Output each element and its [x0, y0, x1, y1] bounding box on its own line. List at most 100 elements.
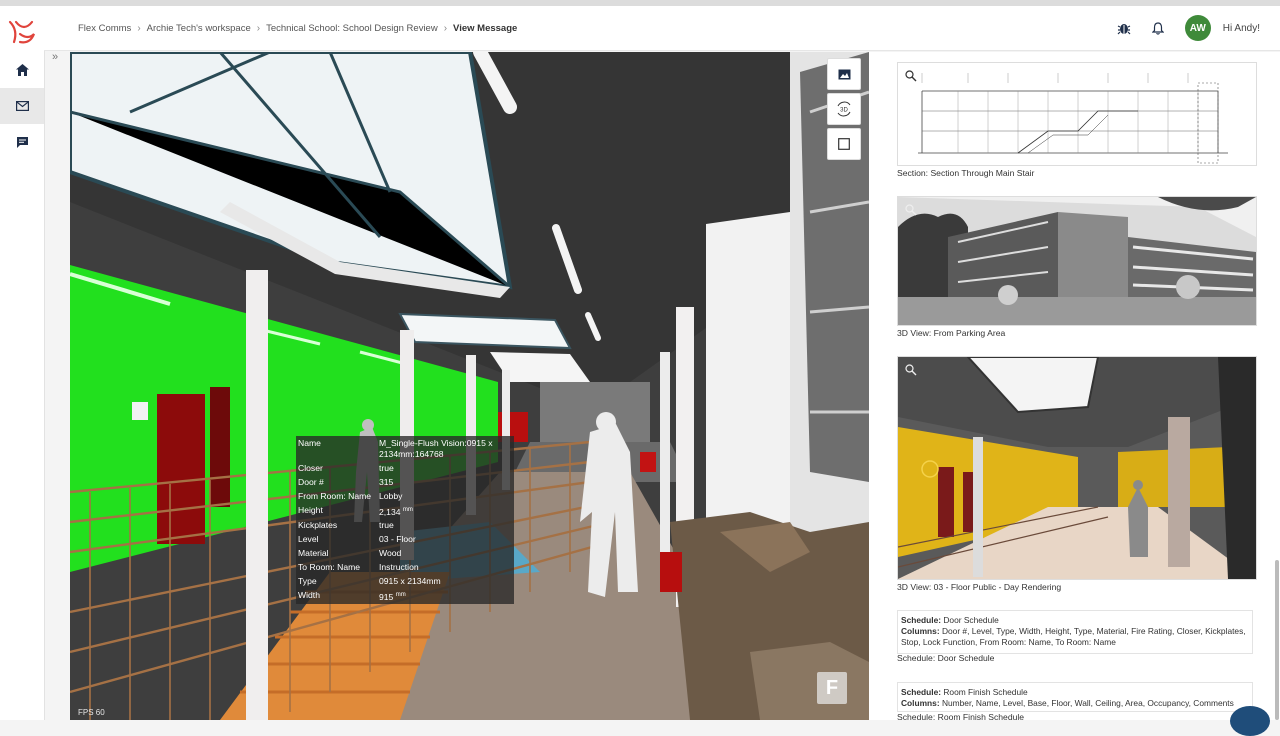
property-unit: mm: [395, 592, 406, 598]
rotate-3d-icon: 3D: [837, 101, 851, 117]
chevron-right-icon: ›: [256, 22, 261, 34]
schedule-name: Room Finish Schedule: [943, 687, 1028, 697]
property-key: Material: [298, 548, 329, 558]
property-value: Lobby: [379, 491, 403, 501]
property-value: Instruction: [379, 562, 419, 572]
fps-counter: FPS 60: [78, 708, 105, 717]
property-key: To Room: Name: [298, 562, 361, 572]
view-thumbnail-parking[interactable]: [897, 196, 1257, 326]
image-icon: [838, 69, 850, 79]
property-value-with-unit: 915 mm: [379, 590, 514, 603]
3d-scene-render[interactable]: [70, 52, 869, 720]
property-value: 03 - Floor: [379, 534, 416, 544]
schedule-card[interactable]: Schedule: Door Schedule Columns: Door #,…: [897, 610, 1253, 654]
zoom-icon[interactable]: [904, 363, 918, 377]
schedule-label: Schedule:: [901, 615, 942, 625]
chevron-right-icon: ›: [443, 22, 448, 34]
bug-icon: [1117, 24, 1131, 35]
property-value: Wood: [379, 548, 402, 558]
viewer-toolbar: 3D: [827, 58, 861, 163]
property-value: 2,134: [379, 506, 401, 517]
schedule-label: Schedule:: [901, 687, 942, 697]
property-row: Name M_Single-Flush Vision:0915 x 2134mm:…: [298, 438, 514, 460]
property-key: From Room: Name: [298, 491, 372, 501]
header-actions: AW Hi Andy!: [1107, 6, 1260, 50]
expand-sidebar-button[interactable]: »: [46, 50, 64, 64]
property-key: Height: [298, 505, 323, 515]
property-row: Level 03 - Floor: [298, 534, 514, 545]
property-row: Width 915 mm: [298, 590, 514, 603]
bug-report-button[interactable]: [1107, 11, 1141, 45]
double-chevron-right-icon: »: [51, 51, 59, 63]
property-row: Kickplates true: [298, 520, 514, 531]
property-key: Door #: [298, 477, 324, 487]
schedule-title: Schedule: Room Finish Schedule: [901, 687, 1249, 698]
snapshot-button[interactable]: [827, 58, 861, 90]
breadcrumb-item[interactable]: Archie Tech's workspace: [147, 23, 251, 34]
view-thumbnail-section[interactable]: [897, 62, 1257, 166]
app-logo[interactable]: [6, 16, 38, 48]
schedule-columns: Columns: Door #, Level, Type, Width, Hei…: [901, 626, 1249, 648]
schedule-caption: Schedule: Door Schedule: [897, 653, 995, 663]
property-value: true: [379, 463, 394, 473]
property-value: 0915 x 2134mm: [379, 576, 441, 586]
property-key: Name: [298, 438, 321, 448]
chevron-right-icon: ›: [137, 22, 141, 34]
property-row: From Room: Name Lobby: [298, 491, 514, 502]
property-key: Width: [298, 590, 320, 600]
breadcrumb-item[interactable]: Flex Comms: [78, 23, 131, 34]
property-value: 315: [379, 477, 394, 487]
element-properties-tooltip: Name M_Single-Flush Vision:0915 x 2134mm:…: [296, 436, 514, 604]
user-greeting[interactable]: Hi Andy!: [1223, 23, 1260, 34]
view-caption: Section: Section Through Main Stair: [897, 168, 1035, 178]
schedule-columns: Columns: Number, Name, Level, Base, Floo…: [901, 698, 1249, 709]
exterior-render: [898, 197, 1256, 325]
property-row: Closer true: [298, 463, 514, 474]
panel-scrollbar[interactable]: [1275, 560, 1279, 720]
rotate-3d-button[interactable]: 3D: [827, 93, 861, 125]
columns-label: Columns:: [901, 698, 940, 708]
sidebar: [0, 6, 45, 720]
envelope-icon: [15, 101, 29, 111]
property-key: Kickplates: [298, 520, 338, 530]
schedule-caption: Schedule: Room Finish Schedule: [897, 712, 1025, 720]
notifications-button[interactable]: [1141, 11, 1175, 45]
rotate-3d-label: 3D: [840, 108, 848, 114]
bim-3d-viewer[interactable]: Name M_Single-Flush Vision:0915 x 2134mm:…: [70, 52, 869, 720]
home-icon: [15, 64, 29, 76]
zoom-icon[interactable]: [904, 203, 918, 217]
property-row: Type 0915 x 2134mm: [298, 576, 514, 587]
section-box-button[interactable]: [827, 128, 861, 160]
columns-label: Columns:: [901, 626, 940, 636]
zoom-icon[interactable]: [904, 69, 918, 83]
avatar[interactable]: AW: [1184, 15, 1211, 41]
schedule-title: Schedule: Door Schedule: [901, 615, 1249, 626]
property-key: Level: [298, 534, 319, 544]
sidebar-item-comments[interactable]: [0, 124, 44, 160]
property-row: Door # 315: [298, 477, 514, 488]
schedule-card[interactable]: Schedule: Room Finish Schedule Columns: …: [897, 682, 1253, 712]
property-value: true: [379, 520, 394, 530]
sidebar-item-home[interactable]: [0, 52, 44, 88]
columns-list: Door #, Level, Type, Width, Height, Type…: [901, 626, 1246, 647]
breadcrumb-item[interactable]: Technical School: School Design Review: [266, 23, 438, 34]
breadcrumb: Flex Comms › Archie Tech's workspace › T…: [78, 6, 517, 50]
property-value: M_Single-Flush Vision:0915 x 2134mm:1647…: [379, 438, 493, 459]
property-value-with-unit: 2,134 mm: [379, 505, 514, 518]
schedule-name: Door Schedule: [943, 615, 999, 625]
property-key: Closer: [298, 463, 323, 473]
property-unit: mm: [402, 507, 413, 513]
property-value: 915: [379, 591, 394, 602]
support-chat-button[interactable]: [1230, 706, 1270, 736]
property-row: Material Wood: [298, 548, 514, 559]
property-row: Height 2,134 mm: [298, 505, 514, 518]
fullscreen-key-badge[interactable]: F: [817, 672, 847, 704]
view-thumbnail-floor-public[interactable]: [897, 356, 1257, 580]
chat-icon: [16, 136, 28, 148]
breadcrumb-current: View Message: [453, 22, 518, 34]
view-caption: 3D View: 03 - Floor Public - Day Renderi…: [897, 582, 1062, 592]
columns-list: Number, Name, Level, Base, Floor, Wall, …: [941, 698, 1234, 708]
square-icon: [838, 138, 850, 150]
sidebar-item-messages[interactable]: [0, 88, 44, 124]
section-drawing: [898, 63, 1256, 165]
